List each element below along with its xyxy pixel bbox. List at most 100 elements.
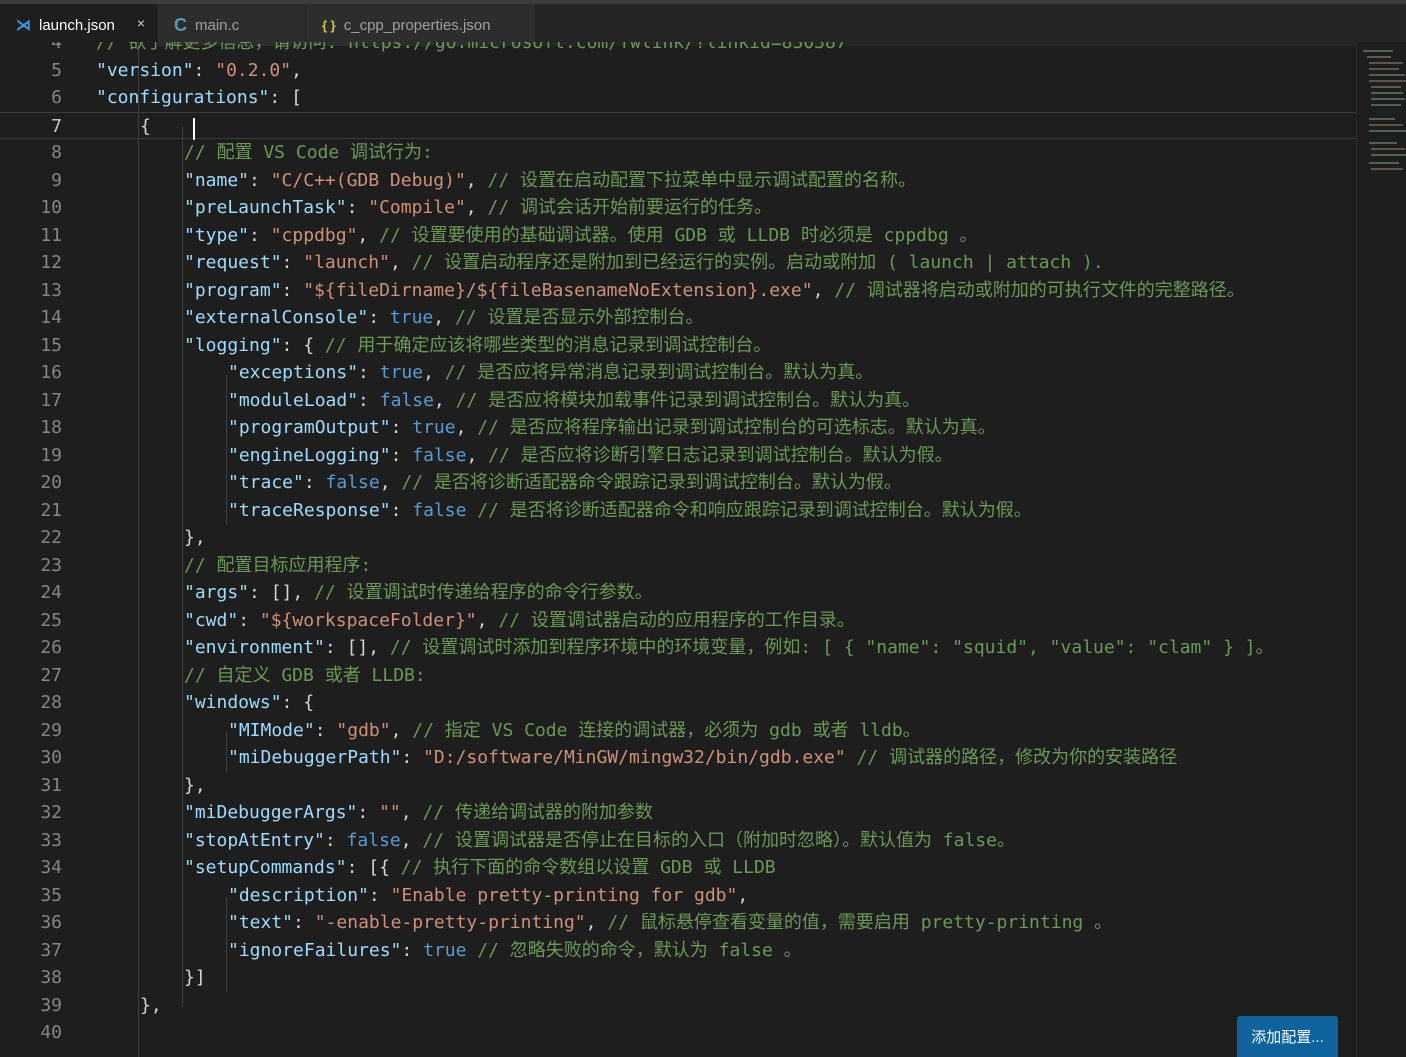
line-number: 27 [40, 664, 62, 686]
code-text: // 自定义 GDB 或者 LLDB: [184, 664, 426, 686]
code-text: "description": "Enable pretty-printing f… [228, 884, 749, 906]
c-language-icon: C [174, 14, 187, 35]
tab-c-cpp-properties-json[interactable]: { } c_cpp_properties.json [306, 4, 536, 46]
code-text: "name": "C/C++(GDB Debug)", // 设置在启动配置下拉… [184, 169, 916, 191]
line-number: 14 [40, 307, 62, 328]
code-line[interactable]: 5 "version": "0.2.0", [0, 57, 1356, 84]
line-number: 38 [40, 967, 62, 988]
line-number: 19 [40, 444, 62, 466]
code-line[interactable]: 36 "text": "-enable-pretty-printing", // … [0, 909, 1356, 936]
code-text: "cwd": "${workspaceFolder}", // 设置调试器启动的… [184, 609, 855, 631]
code-line[interactable]: 8 // 配置 VS Code 调试行为: [0, 139, 1356, 166]
code-line[interactable]: 21 "traceResponse": false // 是否将诊断适配器命令和响… [0, 497, 1356, 524]
code-text: "request": "launch", // 设置启动程序还是附加到已经运行的… [184, 252, 1104, 273]
code-line[interactable]: 27 // 自定义 GDB 或者 LLDB: [0, 662, 1356, 689]
line-number: 25 [40, 609, 62, 631]
code-line[interactable]: 4 // 欲了解更多信息，请访问: https://go.microsoft.co… [0, 42, 1356, 56]
tab-launch-json[interactable]: ⋊ launch.json × [0, 4, 158, 46]
code-line[interactable]: 30 "miDebuggerPath": "D:/software/MinGW/m… [0, 744, 1356, 771]
line-number: 12 [40, 252, 62, 273]
code-line[interactable]: 40 [0, 1019, 1356, 1046]
code-line[interactable]: 6 "configurations": [ [0, 84, 1356, 111]
line-number: 31 [40, 774, 62, 796]
line-number: 23 [40, 554, 62, 576]
code-line[interactable]: 15 "logging": { // 用于确定应该将哪些类型的消息记录到调试控制台… [0, 332, 1356, 359]
code-text: "text": "-enable-pretty-printing", // 鼠标… [228, 912, 1113, 933]
line-number: 37 [40, 939, 62, 961]
code-text: "miDebuggerPath": "D:/software/MinGW/min… [228, 747, 1178, 768]
code-line[interactable]: 24 "args": [], // 设置调试时传递给程序的命令行参数。 [0, 579, 1356, 606]
code-line[interactable]: 23 // 配置目标应用程序: [0, 552, 1356, 579]
code-text: "configurations": [ [96, 87, 302, 108]
line-number: 10 [40, 197, 62, 218]
code-line[interactable]: 32 "miDebuggerArgs": "", // 传递给调试器的附加参数 [0, 799, 1356, 826]
code-line[interactable]: 35 "description": "Enable pretty-printing… [0, 882, 1356, 909]
code-line[interactable]: 37 "ignoreFailures": true // 忽略失败的命令，默认为 … [0, 937, 1356, 964]
code-text: }, [140, 994, 162, 1016]
line-number: 39 [40, 994, 62, 1016]
line-number: 36 [40, 912, 62, 933]
line-number: 16 [40, 362, 62, 383]
code-line[interactable]: 33 "stopAtEntry": false, // 设置调试器是否停止在目标的… [0, 827, 1356, 854]
code-line[interactable]: 16 "exceptions": true, // 是否应将异常消息记录到调试控制… [0, 359, 1356, 386]
code-text: "engineLogging": false, // 是否应将诊断引擎日志记录到… [228, 444, 953, 466]
code-line[interactable]: 17 "moduleLoad": false, // 是否应将模块加载事件记录到调… [0, 387, 1356, 414]
tab-main-c[interactable]: C main.c [158, 4, 306, 46]
code-line[interactable]: 25 "cwd": "${workspaceFolder}", // 设置调试器启… [0, 607, 1356, 634]
code-line[interactable]: 7{ [0, 111, 1356, 139]
code-text: "traceResponse": false // 是否将诊断适配器命令和响应跟… [228, 499, 1032, 521]
line-number: 8 [51, 142, 62, 163]
code-line[interactable]: 38}] [0, 964, 1356, 991]
code-text: "program": "${fileDirname}/${fileBasenam… [184, 279, 1245, 301]
line-number: 6 [51, 87, 62, 108]
code-line[interactable]: 13 "program": "${fileDirname}/${fileBasen… [0, 277, 1356, 304]
add-configuration-button[interactable]: 添加配置... [1237, 1016, 1338, 1057]
code-text: "ignoreFailures": true // 忽略失败的命令，默认为 fa… [228, 939, 802, 961]
editor-tab-bar: ⋊ launch.json × C main.c { } c_cpp_prope… [0, 0, 1406, 46]
code-line[interactable]: 39}, [0, 992, 1356, 1019]
tab-label: c_cpp_properties.json [343, 16, 491, 34]
line-number: 34 [40, 857, 62, 878]
line-number: 15 [40, 334, 62, 356]
minimap[interactable] [1356, 42, 1406, 1057]
code-text: // 欲了解更多信息，请访问: https://go.microsoft.com… [96, 42, 847, 53]
code-line[interactable]: 29 "MIMode": "gdb", // 指定 VS Code 连接的调试器，… [0, 717, 1356, 744]
code-text: }, [184, 527, 206, 548]
code-line[interactable]: 10 "preLaunchTask": "Compile", // 调试会话开始前… [0, 194, 1356, 221]
line-number: 5 [51, 59, 62, 81]
code-text: "programOutput": true, // 是否应将程序输出记录到调试控… [228, 417, 996, 438]
code-editor[interactable]: 4 // 欲了解更多信息，请访问: https://go.microsoft.co… [0, 42, 1356, 1057]
vscode-logo-icon: ⋊ [16, 17, 31, 34]
code-line[interactable]: 22}, [0, 524, 1356, 551]
tab-label: main.c [195, 16, 240, 34]
code-line[interactable]: 11 "type": "cppdbg", // 设置要使用的基础调试器。使用 GD… [0, 222, 1356, 249]
code-text: "environment": [], // 设置调试时添加到程序环境中的环境变量… [184, 637, 1274, 658]
code-line[interactable]: 34 "setupCommands": [{ // 执行下面的命令数组以设置 GD… [0, 854, 1356, 881]
line-number: 9 [51, 169, 62, 191]
line-number: 30 [40, 747, 62, 768]
code-line[interactable]: 20 "trace": false, // 是否将诊断适配器命令跟踪记录到调试控制… [0, 469, 1356, 496]
code-line[interactable]: 9 "name": "C/C++(GDB Debug)", // 设置在启动配置下… [0, 167, 1356, 194]
code-text: }, [184, 774, 206, 796]
code-line[interactable]: 14 "externalConsole": true, // 设置是否显示外部控制… [0, 304, 1356, 331]
code-text: "miDebuggerArgs": "", // 传递给调试器的附加参数 [184, 802, 653, 823]
code-text: { [140, 115, 151, 137]
code-line[interactable]: 28 "windows": { [0, 689, 1356, 716]
code-text: // 配置目标应用程序: [184, 554, 372, 576]
line-number: 26 [40, 637, 62, 658]
close-icon[interactable]: × [137, 15, 145, 31]
code-text: "externalConsole": true, // 设置是否显示外部控制台。 [184, 307, 704, 328]
code-text: "exceptions": true, // 是否应将异常消息记录到调试控制台。… [228, 362, 874, 383]
line-number: 40 [40, 1022, 62, 1043]
line-number: 21 [40, 499, 62, 521]
code-line[interactable]: 12 "request": "launch", // 设置启动程序还是附加到已经运… [0, 249, 1356, 276]
code-text: }] [184, 967, 206, 988]
line-number: 24 [40, 582, 62, 603]
code-text: "args": [], // 设置调试时传递给程序的命令行参数。 [184, 582, 653, 603]
code-text: "version": "0.2.0", [96, 59, 302, 81]
code-line[interactable]: 18 "programOutput": true, // 是否应将程序输出记录到调… [0, 414, 1356, 441]
code-text: // 配置 VS Code 调试行为: [184, 142, 433, 163]
code-line[interactable]: 19 "engineLogging": false, // 是否应将诊断引擎日志记… [0, 442, 1356, 469]
code-line[interactable]: 31}, [0, 772, 1356, 799]
code-line[interactable]: 26 "environment": [], // 设置调试时添加到程序环境中的环境… [0, 634, 1356, 661]
